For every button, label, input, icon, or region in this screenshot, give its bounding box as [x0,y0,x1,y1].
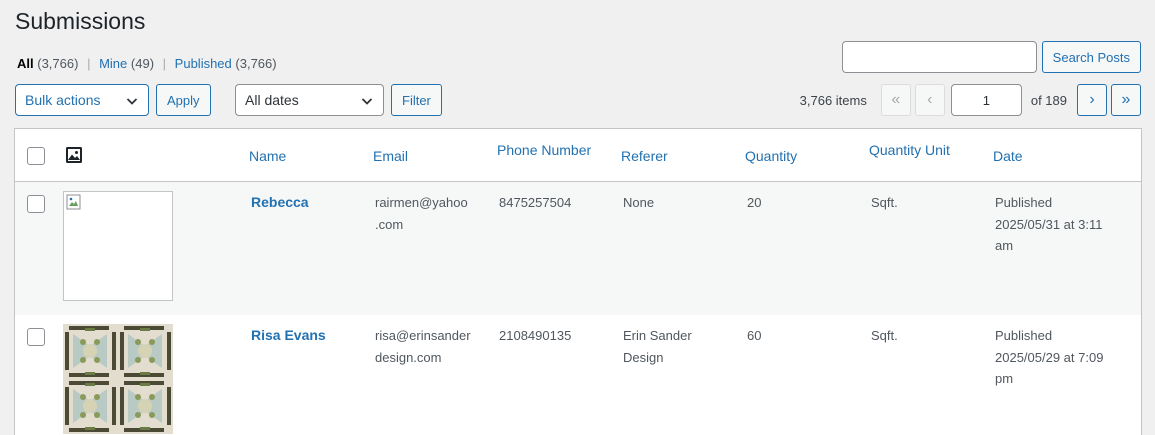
view-published-link[interactable]: Published [175,56,232,71]
last-page-button[interactable]: » [1111,84,1141,116]
table-row: Rebecca rairmen@yahoo .com 8475257504 No… [15,182,1141,315]
row-quantity-unit: Sqft. [871,195,898,210]
row-name-link[interactable]: Rebecca [251,192,309,214]
row-thumbnail[interactable] [63,191,173,301]
row-name-link[interactable]: Risa Evans [251,325,326,347]
row-phone: 8475257504 [499,195,572,210]
broken-image-icon [66,194,81,210]
row-date: Published 2025/05/31 at 3:11 am [995,192,1102,257]
row-date: Published 2025/05/29 at 7:09 pm [995,325,1103,390]
bulk-actions-select[interactable]: Bulk actions [15,84,149,116]
table-row: Risa Evans risa@erinsander design.com 21… [15,315,1141,435]
row-referer-line: Design [623,349,664,365]
view-published-count: (3,766) [235,56,277,71]
submissions-table: Name Email Phone Number Referer Quantity… [14,128,1142,435]
date-filter-select[interactable]: All dates [235,84,384,116]
view-separator: | [162,56,167,71]
items-count: 3,766 items [799,92,867,108]
row-email-line: risa@erinsander [375,328,471,343]
row-quantity-unit: Sqft. [871,328,898,343]
row-date-line: 2025/05/29 at 7:09 [995,349,1104,365]
row-status: Published [995,195,1053,210]
column-quantity-unit[interactable]: Quantity Unit [869,142,950,158]
row-quantity: 20 [747,195,762,210]
table-header: Name Email Phone Number Referer Quantity… [15,129,1141,182]
row-email: rairmen@yahoo .com [375,192,468,235]
current-page-input[interactable]: 1 [950,84,1022,116]
row-checkbox[interactable] [27,328,45,346]
bulk-actions-value: Bulk actions [25,92,101,108]
view-filters: All (3,766) | Mine (49) | Published (3,7… [17,56,277,71]
row-thumbnail[interactable] [63,324,173,434]
image-icon [66,147,82,163]
column-phone[interactable]: Phone Number [497,142,591,158]
row-email-line: rairmen@yahoo [375,195,468,210]
row-referer-line: None [623,195,655,210]
row-status: Published [995,328,1053,343]
column-name[interactable]: Name [249,148,286,164]
column-date[interactable]: Date [993,148,1023,164]
date-filter-value: All dates [245,92,299,108]
view-separator: | [87,56,91,71]
row-quantity: 60 [747,328,762,343]
column-quantity[interactable]: Quantity [745,148,797,164]
row-email-line: design.com [375,349,442,365]
search-input[interactable] [841,41,1037,73]
filter-button[interactable]: Filter [391,84,442,116]
row-date-line: am [995,238,1014,253]
view-mine-link[interactable]: Mine [99,56,127,71]
view-mine-count: (49) [130,56,155,71]
row-referer-line: Erin Sander [623,328,692,343]
row-email-line: .com [375,216,404,232]
next-page-button[interactable]: › [1077,84,1107,116]
pagination: 3,766 items « ‹ 1 of 189 › » [800,84,1141,116]
apply-button[interactable]: Apply [156,84,211,116]
view-all-link[interactable]: All [17,56,34,71]
page-title: Submissions [15,8,146,34]
view-all-count: (3,766) [37,56,79,71]
chevron-down-icon [126,98,138,105]
row-referer: Erin Sander Design [623,325,692,368]
total-pages: of 189 [1030,92,1067,108]
prev-page-button[interactable]: ‹ [914,84,945,116]
row-phone: 2108490135 [499,328,572,343]
select-all-checkbox[interactable] [27,147,45,165]
column-referer[interactable]: Referer [621,148,668,164]
chevron-down-icon [361,98,373,105]
column-email[interactable]: Email [373,148,408,164]
row-date-line: pm [995,371,1014,386]
search-posts-button[interactable]: Search Posts [1041,41,1141,73]
row-email: risa@erinsander design.com [375,325,471,368]
row-checkbox[interactable] [27,195,45,213]
first-page-button[interactable]: « [880,84,911,116]
search-box: Search Posts [841,41,1141,73]
row-date-line: 2025/05/31 at 3:11 [995,216,1103,232]
row-referer: None [623,192,654,214]
